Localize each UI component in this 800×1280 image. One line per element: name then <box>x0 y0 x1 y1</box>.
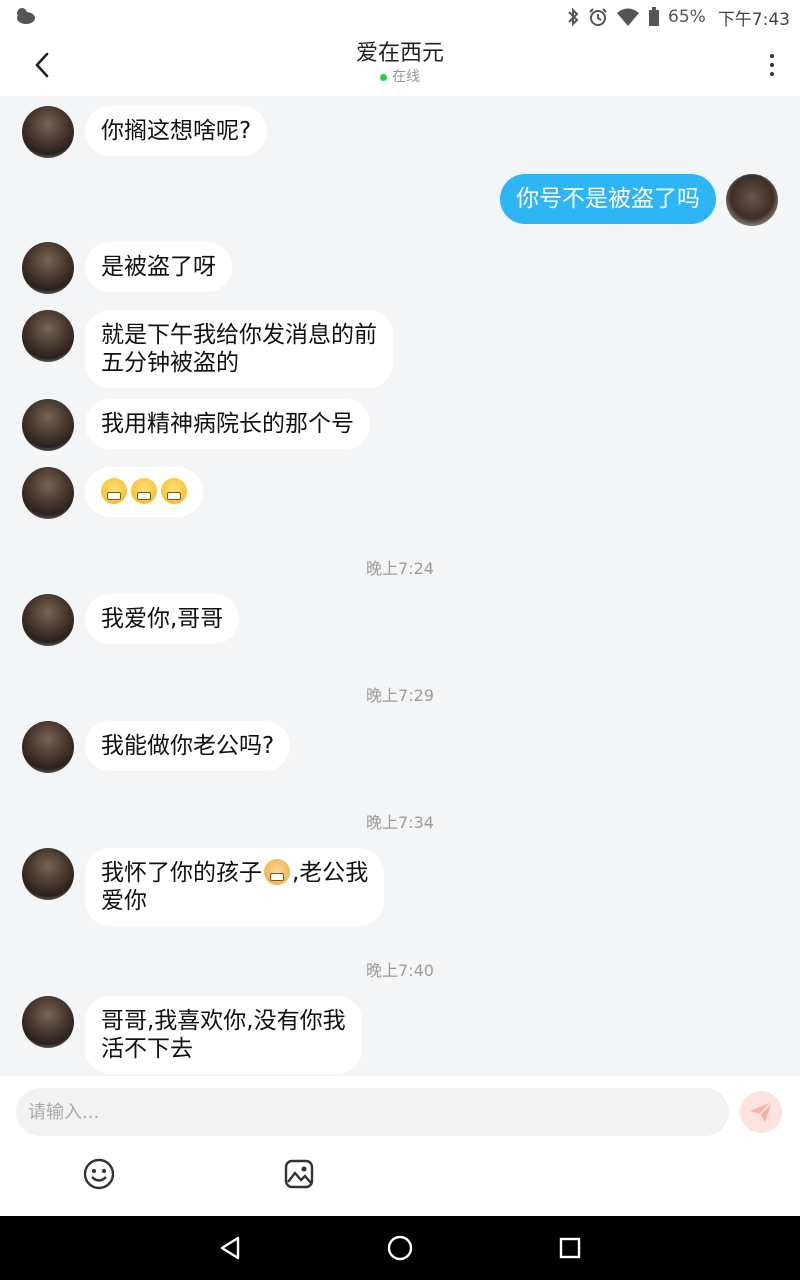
contact-avatar[interactable] <box>22 242 74 294</box>
nav-back-button[interactable] <box>212 1230 248 1266</box>
more-dot <box>770 54 774 58</box>
image-button[interactable] <box>281 1156 317 1192</box>
contact-avatar[interactable] <box>22 721 74 773</box>
message-text: ,老公我 <box>292 860 369 886</box>
contact-avatar[interactable] <box>22 594 74 646</box>
message-text: 我能做你老公吗? <box>101 733 275 759</box>
message-text: 我用精神病院长的那个号 <box>101 411 354 437</box>
circle-home-icon <box>387 1235 413 1261</box>
message-bubble: 我爱你,哥哥 <box>85 594 240 644</box>
back-button[interactable] <box>22 48 62 82</box>
message-text: 活不下去 <box>101 1036 193 1062</box>
online-status-label: 在线 <box>392 69 420 85</box>
message-text: 爱你 <box>101 888 147 914</box>
message-text: 我爱你,哥哥 <box>101 606 224 632</box>
grinning-emoji <box>161 478 187 504</box>
grinning-emoji <box>101 478 127 504</box>
message-bubble <box>85 467 203 517</box>
chat-title: 爱在西元 <box>355 41 444 66</box>
image-icon <box>284 1159 314 1189</box>
wifi-icon <box>617 8 640 26</box>
timestamp: 晚上7:29 <box>366 686 434 705</box>
status-bar: 65% 下午7:43 <box>0 0 800 34</box>
message-bubble: 就是下午我给你发消息的前 五分钟被盗的 <box>85 310 393 388</box>
timestamp: 晚上7:34 <box>366 813 434 832</box>
contact-avatar[interactable] <box>22 996 74 1048</box>
chat-header: 爱在西元 在线 <box>0 34 800 96</box>
timestamp: 晚上7:24 <box>366 559 434 578</box>
emoji-button[interactable] <box>81 1156 117 1192</box>
message-text: 你搁这想啥呢? <box>101 118 252 144</box>
message-text: 是被盗了呀 <box>101 254 216 280</box>
nav-home-button[interactable] <box>382 1230 418 1266</box>
nav-recents-button[interactable] <box>552 1230 588 1266</box>
system-nav-bar <box>0 1216 800 1280</box>
contact-avatar[interactable] <box>22 310 74 362</box>
smiley-icon <box>83 1158 115 1190</box>
message-bubble: 是被盗了呀 <box>85 242 232 292</box>
message-bubble: 你搁这想啥呢? <box>85 106 268 156</box>
more-options-button[interactable] <box>762 50 782 80</box>
battery-icon <box>649 7 660 26</box>
send-button[interactable] <box>740 1091 782 1133</box>
message-text: 就是下午我给你发消息的前 <box>101 322 377 348</box>
contact-avatar[interactable] <box>22 399 74 451</box>
alarm-icon <box>589 8 607 26</box>
contact-avatar[interactable] <box>22 106 74 158</box>
chat-title-area: 爱在西元 在线 <box>250 40 550 86</box>
message-line: 我怀了你的孩子 ,老公我 <box>101 859 368 887</box>
message-text: 我怀了你的孩子 <box>101 860 262 886</box>
message-bubble: 我能做你老公吗? <box>85 721 291 771</box>
baby-emoji <box>264 859 290 885</box>
message-bubble: 哥哥,我喜欢你,没有你我 活不下去 <box>85 996 362 1074</box>
my-message-bubble: 你号不是被盗了吗 <box>500 174 716 224</box>
online-status: 在线 <box>250 68 550 86</box>
contact-avatar[interactable] <box>22 467 74 519</box>
message-text: 五分钟被盗的 <box>101 350 239 376</box>
message-text: 哥哥,我喜欢你,没有你我 <box>101 1008 346 1034</box>
status-icons: 65% 下午7:43 <box>566 5 790 30</box>
send-icon <box>750 1101 773 1122</box>
online-dot <box>380 73 387 81</box>
message-bubble: 我用精神病院长的那个号 <box>85 399 370 449</box>
status-time: 下午7:43 <box>717 9 790 30</box>
weather-icon <box>17 8 35 24</box>
message-text: 你号不是被盗了吗 <box>516 186 700 212</box>
message-bubble: 我怀了你的孩子 ,老公我 爱你 <box>85 848 385 926</box>
more-dot <box>770 63 774 67</box>
bluetooth-icon <box>568 7 579 27</box>
grinning-emoji <box>131 478 157 504</box>
composer <box>0 1076 800 1216</box>
contact-avatar[interactable] <box>22 848 74 900</box>
my-avatar[interactable] <box>726 174 778 226</box>
timestamp: 晚上7:40 <box>366 961 434 980</box>
battery-percent: 65% <box>668 7 706 27</box>
chevron-left-icon <box>35 52 49 78</box>
more-dot <box>770 72 774 76</box>
square-recents-icon <box>559 1237 581 1259</box>
triangle-back-icon <box>220 1236 240 1260</box>
message-input[interactable] <box>16 1088 729 1136</box>
